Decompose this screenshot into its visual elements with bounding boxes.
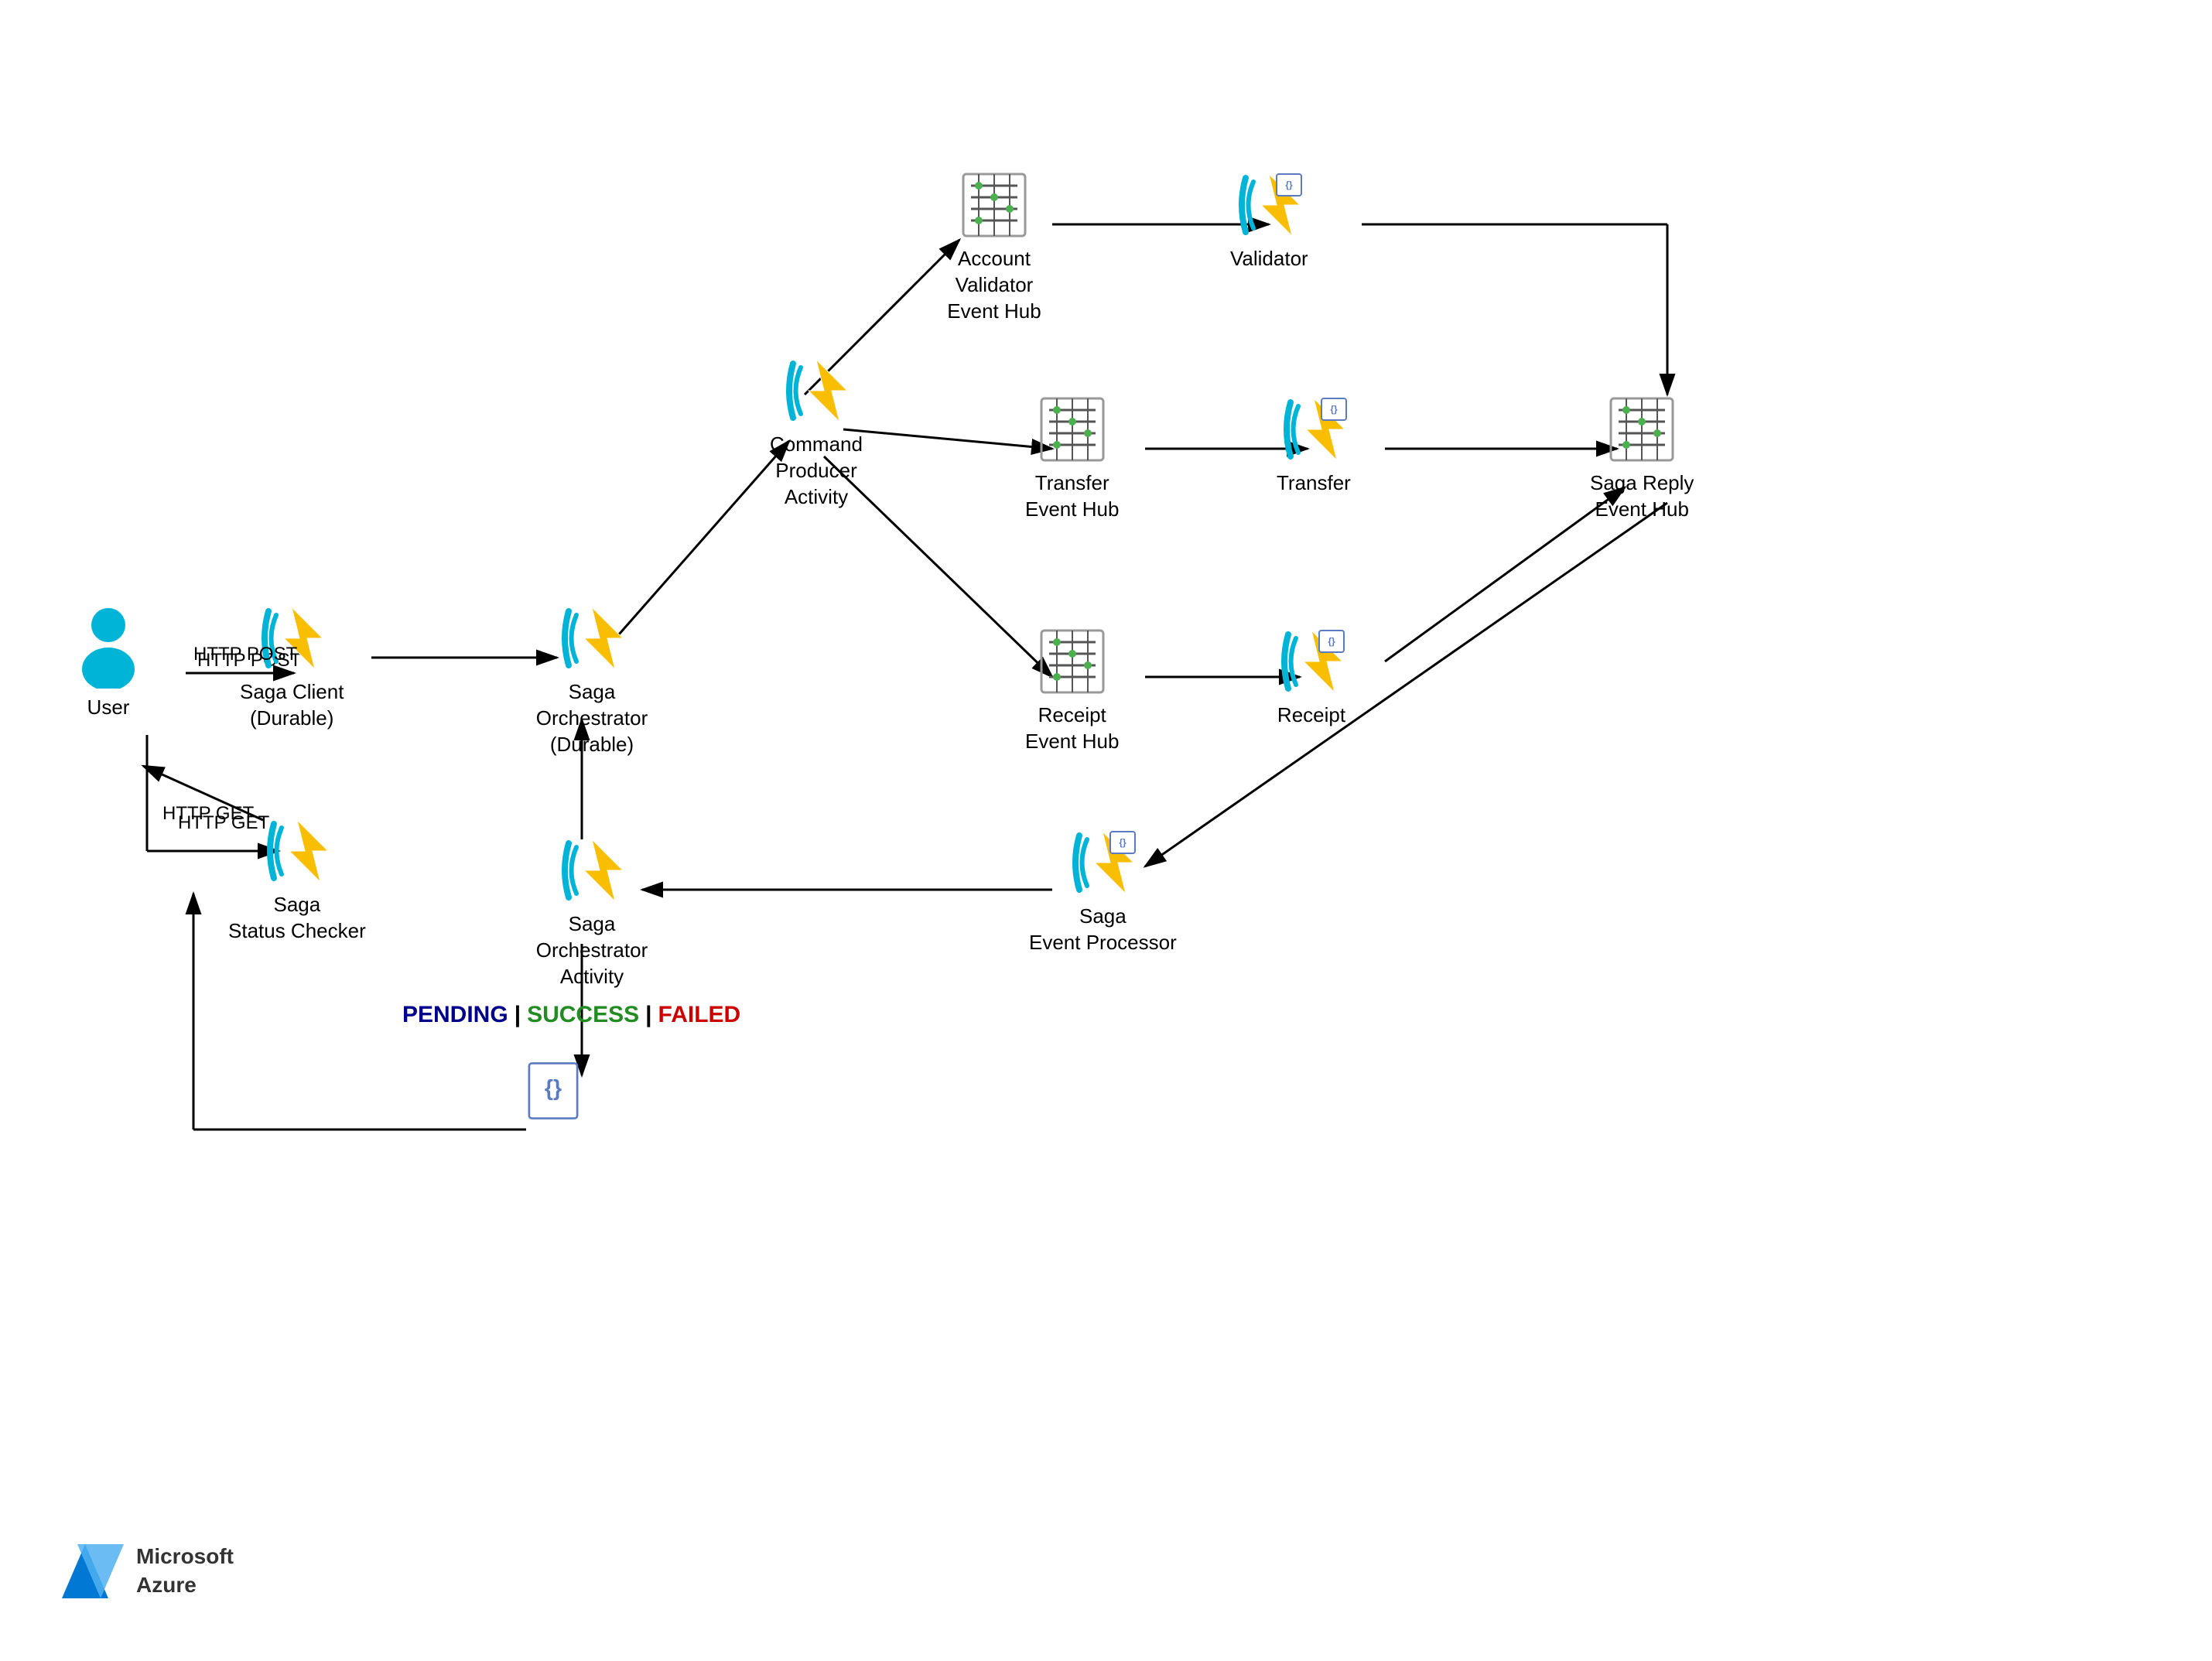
user-label: User [87, 695, 130, 721]
receipt-hub-node: ReceiptEvent Hub [1025, 627, 1119, 755]
command-producer-label: Command ProducerActivity [739, 432, 894, 510]
user-icon [74, 603, 143, 689]
saga-orchestrator-activity-label: Saga OrchestratorActivity [515, 911, 669, 989]
saga-status-checker-label: SagaStatus Checker [228, 892, 366, 945]
transfer-hub-node: TransferEvent Hub [1025, 395, 1119, 523]
validator-node: {} Validator [1230, 170, 1308, 272]
svg-text:{}: {} [545, 1076, 562, 1101]
azure-logo: MicrosoftAzure [62, 1543, 234, 1599]
svg-text:{}: {} [1328, 636, 1335, 647]
storage-node: {} [522, 1060, 584, 1122]
saga-event-processor-label: SagaEvent Processor [1029, 904, 1177, 956]
command-producer-node: Command ProducerActivity [739, 356, 894, 510]
saga-status-checker-node: SagaStatus Checker [228, 816, 366, 945]
svg-text:{}: {} [1330, 404, 1338, 415]
user-node: User [74, 603, 143, 721]
account-validator-hub-icon [959, 170, 1029, 240]
receipt-hub-icon [1038, 627, 1107, 696]
azure-text: MicrosoftAzure [136, 1543, 234, 1599]
transfer-label: Transfer [1277, 470, 1351, 497]
diagram-container: HTTP POST HTTP GET User Saga Client(Dura… [0, 0, 2212, 1661]
status-pipe2: | [645, 1002, 651, 1028]
saga-orchestrator-activity-icon [557, 836, 627, 905]
saga-reply-hub-label: Saga ReplyEvent Hub [1590, 470, 1694, 523]
receipt-hub-label: ReceiptEvent Hub [1025, 702, 1119, 755]
http-get-label: HTTP GET [162, 803, 254, 825]
validator-label: Validator [1230, 246, 1308, 272]
receipt-icon: {} [1277, 627, 1346, 696]
receipt-label: Receipt [1277, 702, 1345, 729]
status-pipe1: | [515, 1002, 521, 1028]
http-post-label: HTTP POST [193, 644, 297, 665]
saga-event-processor-node: {} SagaEvent Processor [1029, 828, 1177, 956]
status-pending: PENDING [402, 1002, 508, 1028]
transfer-hub-icon [1038, 395, 1107, 464]
account-validator-hub-node: Account ValidatorEvent Hub [917, 170, 1072, 324]
saga-orchestrator-label: Saga Orchestrator(Durable) [515, 679, 669, 757]
saga-client-label: Saga Client(Durable) [240, 679, 344, 732]
status-success: SUCCESS [527, 1002, 639, 1028]
svg-text:{}: {} [1120, 837, 1127, 848]
saga-client-node: Saga Client(Durable) [240, 603, 344, 732]
command-producer-icon [781, 356, 851, 426]
receipt-node: {} Receipt [1277, 627, 1346, 729]
transfer-icon: {} [1279, 395, 1349, 464]
saga-event-processor-icon: {} [1068, 828, 1137, 897]
account-validator-hub-label: Account ValidatorEvent Hub [917, 246, 1072, 324]
saga-status-checker-icon [262, 816, 332, 886]
storage-icon: {} [522, 1060, 584, 1122]
transfer-node: {} Transfer [1277, 395, 1351, 497]
status-line: PENDING | SUCCESS | FAILED [402, 1002, 740, 1028]
azure-logo-icon [62, 1544, 124, 1598]
svg-text:{}: {} [1286, 179, 1294, 190]
validator-icon: {} [1234, 170, 1304, 240]
saga-reply-hub-icon [1607, 395, 1677, 464]
saga-orchestrator-node: Saga Orchestrator(Durable) [515, 603, 669, 757]
status-failed: FAILED [658, 1002, 741, 1028]
saga-reply-hub-node: Saga ReplyEvent Hub [1590, 395, 1694, 523]
saga-orchestrator-icon [557, 603, 627, 673]
saga-orchestrator-activity-node: Saga OrchestratorActivity [515, 836, 669, 989]
transfer-hub-label: TransferEvent Hub [1025, 470, 1119, 523]
